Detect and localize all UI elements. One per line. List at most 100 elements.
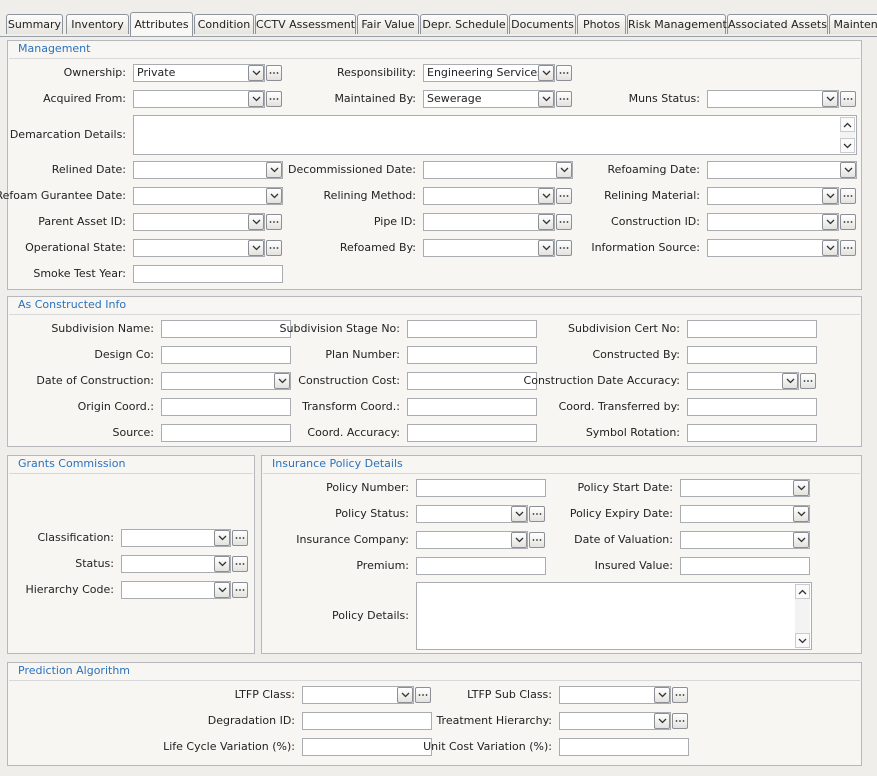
design-co-field[interactable] xyxy=(161,346,291,364)
muns-status-select[interactable] xyxy=(707,90,839,108)
tab-risk-management[interactable]: Risk Management xyxy=(627,14,727,34)
policy-status-dropdown-button[interactable] xyxy=(511,506,527,522)
refoam-guarantee-date-select[interactable] xyxy=(133,187,283,205)
transform-coord-field[interactable] xyxy=(407,398,537,416)
construction-id-select[interactable] xyxy=(707,213,839,231)
policy-status-lookup-button[interactable] xyxy=(529,506,545,522)
ltfp-sub-class-lookup-button[interactable] xyxy=(672,687,688,703)
scroll-down-icon[interactable] xyxy=(840,138,855,153)
ownership-select[interactable]: Private xyxy=(133,64,265,82)
smoke-test-year-field[interactable] xyxy=(133,265,283,283)
date-of-valuation-dropdown-button[interactable] xyxy=(793,532,809,548)
refoamed-by-dropdown-button[interactable] xyxy=(538,240,554,256)
ltfp-class-lookup-button[interactable] xyxy=(415,687,431,703)
constructed-by-field[interactable] xyxy=(687,346,817,364)
scroll-down-icon[interactable] xyxy=(795,633,810,648)
information-source-select[interactable] xyxy=(707,239,839,257)
construction-date-accuracy-dropdown-button[interactable] xyxy=(782,373,798,389)
ltfp-sub-class-dropdown-button[interactable] xyxy=(654,687,670,703)
refoaming-date-dropdown-button[interactable] xyxy=(840,162,856,178)
vertical-scrollbar[interactable] xyxy=(840,117,855,153)
policy-start-date-select[interactable] xyxy=(680,479,810,497)
tab-depr-schedule[interactable]: Depr. Schedule xyxy=(420,14,508,34)
tab-condition[interactable]: Condition xyxy=(194,14,254,34)
ltfp-class-dropdown-button[interactable] xyxy=(397,687,413,703)
muns-status-dropdown-button[interactable] xyxy=(822,91,838,107)
life-cycle-variation-field[interactable] xyxy=(302,738,432,756)
decommissioned-date-dropdown-button[interactable] xyxy=(556,162,572,178)
tab-fair-value[interactable]: Fair Value xyxy=(357,14,419,34)
tab-documents[interactable]: Documents xyxy=(509,14,576,34)
vertical-scrollbar[interactable] xyxy=(795,584,810,648)
coord-accuracy-field[interactable] xyxy=(407,424,537,442)
demarcation-details-textarea[interactable] xyxy=(133,115,857,155)
relining-material-lookup-button[interactable] xyxy=(840,188,856,204)
parent-asset-id-select[interactable] xyxy=(133,213,265,231)
premium-field[interactable] xyxy=(416,557,546,575)
date-of-valuation-select[interactable] xyxy=(680,531,810,549)
responsibility-select[interactable]: Engineering Services xyxy=(423,64,555,82)
maintained-by-lookup-button[interactable] xyxy=(556,91,572,107)
date-of-construction-select[interactable] xyxy=(161,372,291,390)
responsibility-lookup-button[interactable] xyxy=(556,65,572,81)
origin-coord-field[interactable] xyxy=(161,398,291,416)
subdivision-name-field[interactable] xyxy=(161,320,291,338)
insurance-company-dropdown-button[interactable] xyxy=(511,532,527,548)
relining-material-select[interactable] xyxy=(707,187,839,205)
ownership-dropdown-button[interactable] xyxy=(248,65,264,81)
responsibility-dropdown-button[interactable] xyxy=(538,65,554,81)
parent-asset-id-lookup-button[interactable] xyxy=(266,214,282,230)
policy-details-textarea[interactable] xyxy=(416,582,812,650)
refoam-guarantee-date-dropdown-button[interactable] xyxy=(266,188,282,204)
subdivision-stage-no-field[interactable] xyxy=(407,320,537,338)
relining-method-lookup-button[interactable] xyxy=(556,188,572,204)
tab-photos[interactable]: Photos xyxy=(577,14,626,34)
tab-attributes[interactable]: Attributes xyxy=(130,12,193,36)
construction-id-lookup-button[interactable] xyxy=(840,214,856,230)
treatment-hierarchy-dropdown-button[interactable] xyxy=(654,713,670,729)
information-source-lookup-button[interactable] xyxy=(840,240,856,256)
coord-transferred-by-field[interactable] xyxy=(687,398,817,416)
policy-expiry-date-dropdown-button[interactable] xyxy=(793,506,809,522)
degradation-id-field[interactable] xyxy=(302,712,432,730)
policy-number-field[interactable] xyxy=(416,479,546,497)
policy-expiry-date-select[interactable] xyxy=(680,505,810,523)
source-field[interactable] xyxy=(161,424,291,442)
subdivision-cert-no-field[interactable] xyxy=(687,320,817,338)
parent-asset-id-dropdown-button[interactable] xyxy=(248,214,264,230)
construction-id-dropdown-button[interactable] xyxy=(822,214,838,230)
relined-date-select[interactable] xyxy=(133,161,283,179)
tab-cctv-assessment[interactable]: CCTV Assessment xyxy=(255,14,356,34)
refoamed-by-select[interactable] xyxy=(423,239,555,257)
plan-number-field[interactable] xyxy=(407,346,537,364)
tab-inventory[interactable]: Inventory xyxy=(66,14,129,34)
policy-start-date-dropdown-button[interactable] xyxy=(793,480,809,496)
scroll-up-icon[interactable] xyxy=(840,117,855,132)
treatment-hierarchy-lookup-button[interactable] xyxy=(672,713,688,729)
refoaming-date-select[interactable] xyxy=(707,161,857,179)
relining-method-select[interactable] xyxy=(423,187,555,205)
relined-date-dropdown-button[interactable] xyxy=(266,162,282,178)
tab-summary[interactable]: Summary xyxy=(6,14,63,34)
pipe-id-lookup-button[interactable] xyxy=(556,214,572,230)
acquired-from-lookup-button[interactable] xyxy=(266,91,282,107)
status-dropdown-button[interactable] xyxy=(214,556,230,572)
maintained-by-dropdown-button[interactable] xyxy=(538,91,554,107)
ownership-lookup-button[interactable] xyxy=(266,65,282,81)
pipe-id-dropdown-button[interactable] xyxy=(538,214,554,230)
scroll-up-icon[interactable] xyxy=(795,584,810,599)
classification-lookup-button[interactable] xyxy=(232,530,248,546)
symbol-rotation-field[interactable] xyxy=(687,424,817,442)
information-source-dropdown-button[interactable] xyxy=(822,240,838,256)
operational-state-dropdown-button[interactable] xyxy=(248,240,264,256)
relining-material-dropdown-button[interactable] xyxy=(822,188,838,204)
hierarchy-code-dropdown-button[interactable] xyxy=(214,582,230,598)
hierarchy-code-lookup-button[interactable] xyxy=(232,582,248,598)
construction-cost-field[interactable] xyxy=(407,372,537,390)
operational-state-select[interactable] xyxy=(133,239,265,257)
acquired-from-dropdown-button[interactable] xyxy=(248,91,264,107)
tab-maintena[interactable]: Maintena xyxy=(829,14,877,34)
insurance-company-lookup-button[interactable] xyxy=(529,532,545,548)
date-of-construction-dropdown-button[interactable] xyxy=(274,373,290,389)
tab-associated-assets[interactable]: Associated Assets xyxy=(727,14,828,34)
